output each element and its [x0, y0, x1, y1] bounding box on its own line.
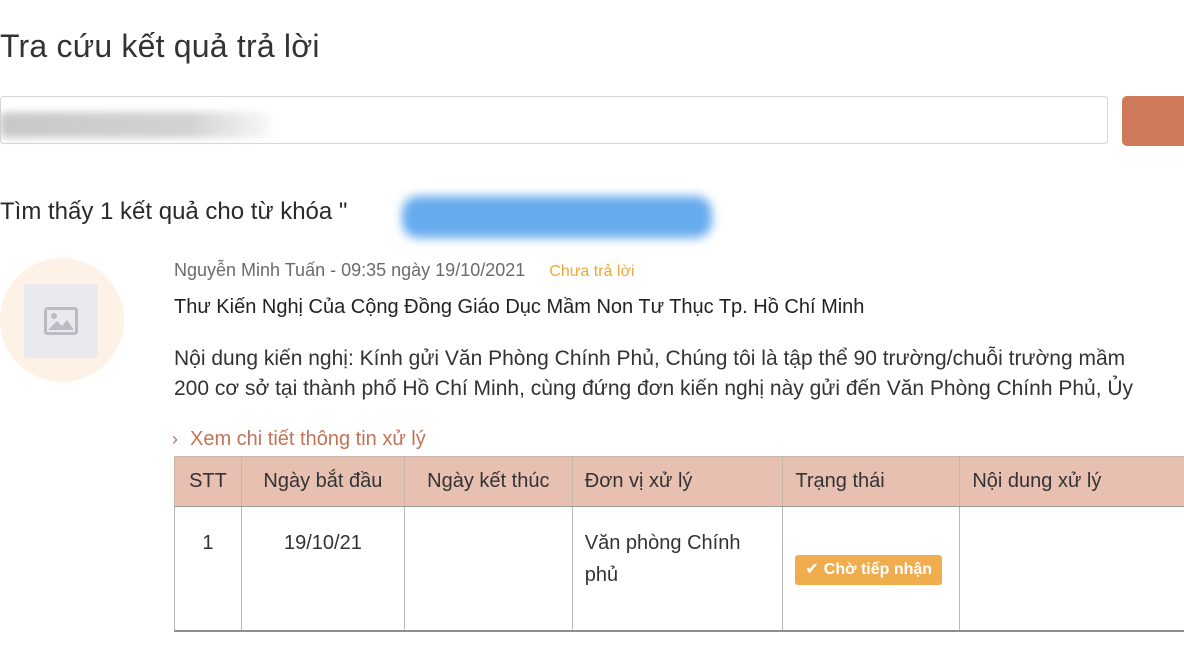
table-header-row: STT Ngày bắt đầu Ngày kết thúc Đơn vị xử… [174, 456, 1184, 507]
petition-content-line: 200 cơ sở tại thành phố Hồ Chí Minh, cùn… [174, 377, 1134, 400]
cell-content [959, 506, 1184, 632]
cell-unit: Văn phòng Chính phủ [571, 506, 784, 632]
column-header-content: Nội dung xử lý [959, 456, 1184, 507]
column-header-stt: STT [174, 456, 242, 507]
result-summary-text: Tìm thấy 1 kết quả cho từ khóa " [0, 198, 348, 225]
petition-title[interactable]: Thư Kiến Nghị Của Cộng Đồng Giáo Dục Mầm… [174, 296, 864, 319]
cell-status: ✔ Chờ tiếp nhận [782, 506, 961, 632]
check-icon: ✔ [805, 561, 819, 578]
image-placeholder-icon [24, 284, 98, 358]
author-and-time: Nguyễn Minh Tuấn - 09:35 ngày 19/10/2021 [174, 260, 526, 280]
table-row: 1 19/10/21 Văn phòng Chính phủ ✔ Chờ tiếp… [174, 506, 1184, 632]
petition-content-line: Nội dung kiến nghị: Kính gửi Văn Phòng C… [174, 347, 1126, 370]
status-badge-label: Chờ tiếp nhận [823, 561, 933, 578]
petition-meta: Nguyễn Minh Tuấn - 09:35 ngày 19/10/2021… [174, 260, 635, 281]
result-summary: Tìm thấy 1 kết quả cho từ khóa " [0, 198, 347, 226]
chevron-right-icon: › [172, 429, 178, 449]
search-button[interactable] [1122, 96, 1184, 146]
view-details-link[interactable]: › Xem chi tiết thông tin xử lý [172, 428, 426, 451]
column-header-start-date: Ngày bắt đầu [240, 456, 405, 507]
column-header-unit: Đơn vị xử lý [571, 456, 784, 507]
petition-content: Nội dung kiến nghị: Kính gửi Văn Phòng C… [174, 344, 1184, 404]
column-header-status: Trạng thái [782, 456, 961, 507]
page-title: Tra cứu kết quả trả lời [0, 28, 320, 64]
cell-start-date: 19/10/21 [240, 506, 405, 632]
search-query-redaction [0, 112, 270, 138]
processing-table: STT Ngày bắt đầu Ngày kết thúc Đơn vị xử… [174, 456, 1184, 632]
view-details-label: Xem chi tiết thông tin xử lý [190, 428, 426, 450]
cell-stt: 1 [174, 506, 242, 632]
keyword-redaction [402, 196, 712, 238]
column-header-end-date: Ngày kết thúc [403, 456, 573, 507]
answer-status: Chưa trả lời [549, 263, 635, 280]
status-badge: ✔ Chờ tiếp nhận [795, 555, 943, 585]
cell-end-date [403, 506, 573, 632]
